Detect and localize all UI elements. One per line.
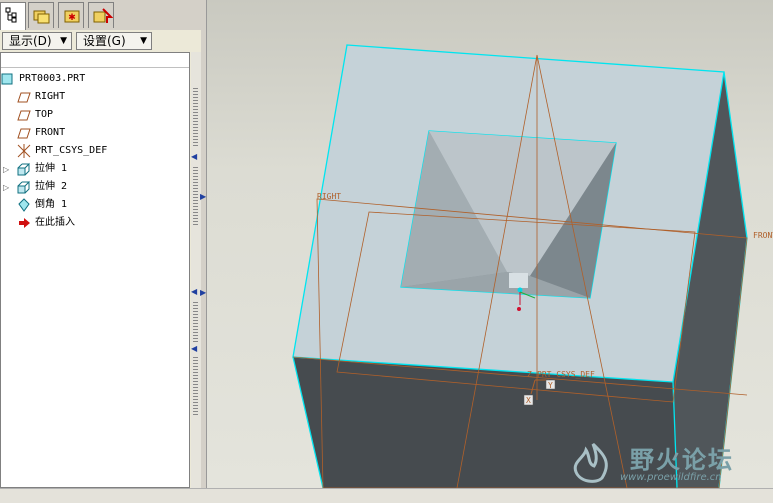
svg-text:✱: ✱ <box>68 13 76 23</box>
tree-node-label: 倒角 1 <box>35 199 68 210</box>
coordinate-system-icon <box>17 144 31 158</box>
arrow-left-icon[interactable]: ◀ <box>191 287 197 296</box>
axis-label-y[interactable]: Y <box>548 381 553 390</box>
datum-plane-icon <box>17 92 31 103</box>
tree-node-label: PRT0003.PRT <box>19 73 86 84</box>
model-tree-icon <box>5 7 17 23</box>
chamfer-icon <box>18 198 30 212</box>
tree-node-label: 在此插入 <box>35 217 75 228</box>
chevron-down-icon: ▼ <box>140 36 147 46</box>
datum-plane-icon <box>17 128 31 139</box>
tree-node-label: FRONT <box>35 127 66 138</box>
arrow-left-icon[interactable]: ◀ <box>191 152 197 161</box>
arrow-left-icon[interactable]: ◀ <box>191 344 197 353</box>
display-menu-button[interactable]: 显示(D) ▼ <box>2 32 72 50</box>
arrow-right-icon[interactable]: ▶ <box>200 192 206 201</box>
extrude-icon <box>17 180 30 194</box>
watermark-title: 野火论坛 <box>630 446 734 474</box>
model-3d-view[interactable]: RIGHT FRONT Z PRT_CSYS_DEF Y X <box>207 0 773 488</box>
status-bar <box>0 488 773 503</box>
tree-toolbar: 显示(D) ▼ 设置(G) ▼ <box>0 30 206 52</box>
flame-logo-icon <box>573 442 608 483</box>
scroll-grip[interactable] <box>193 302 198 342</box>
expand-arrow-icon[interactable]: ▷ <box>3 183 9 192</box>
navigator-tabs: ✱ <box>0 0 206 30</box>
datum-label-right[interactable]: RIGHT <box>317 192 341 201</box>
tree-node-label: PRT_CSYS_DEF <box>35 145 108 156</box>
part-icon <box>1 73 13 85</box>
pocket-floor <box>509 273 528 288</box>
tab-folder-browser[interactable] <box>28 2 54 28</box>
connections-icon <box>93 8 113 23</box>
scroll-grip[interactable] <box>193 88 198 148</box>
tree-node-label: RIGHT <box>35 91 66 102</box>
extrude-icon <box>17 162 30 176</box>
settings-menu-button[interactable]: 设置(G) ▼ <box>76 32 152 50</box>
watermark-url: www.proewildfire.cn <box>620 472 722 483</box>
datum-plane-icon <box>17 110 31 121</box>
tree-node-label: 拉伸 2 <box>35 181 68 192</box>
display-menu-label: 显示(D) <box>9 34 52 48</box>
tree-node-label: 拉伸 1 <box>35 163 68 174</box>
csys-origin-marker <box>517 287 523 293</box>
expand-arrow-icon[interactable]: ▷ <box>3 165 9 174</box>
arrow-right-icon[interactable]: ▶ <box>200 288 206 297</box>
model-tree-panel: ✱ 显示(D) ▼ 设置(G) ▼ PRT0003.PRT RIGHT TOP … <box>0 0 207 502</box>
folders-icon <box>33 10 50 24</box>
watermark: 野火论坛 www.proewildfire.cn <box>560 434 773 488</box>
tree-node-label: TOP <box>35 109 54 120</box>
graphics-viewport[interactable]: RIGHT FRONT Z PRT_CSYS_DEF Y X <box>207 0 773 488</box>
tree-scrollbar[interactable]: ◀ ◀ ◀ <box>191 52 201 488</box>
axis-label-x[interactable]: X <box>526 396 531 405</box>
tab-model-tree[interactable] <box>0 2 26 30</box>
datum-label-csys[interactable]: PRT_CSYS_DEF <box>537 370 595 379</box>
favorites-folder-icon: ✱ <box>64 10 80 23</box>
datum-label-z[interactable]: Z <box>527 370 532 379</box>
scroll-grip[interactable] <box>193 357 198 417</box>
tree-header <box>1 53 189 68</box>
scroll-grip[interactable] <box>193 167 198 227</box>
csys-axis-end <box>517 307 521 311</box>
tab-connections[interactable] <box>88 2 114 28</box>
chevron-down-icon: ▼ <box>60 36 67 46</box>
model-tree: PRT0003.PRT RIGHT TOP FRONT PRT_CSYS_DEF… <box>0 52 190 488</box>
insert-here-arrow-icon <box>19 218 30 228</box>
tab-favorites[interactable]: ✱ <box>58 2 84 28</box>
datum-label-front[interactable]: FRONT <box>753 231 773 240</box>
settings-menu-label: 设置(G) <box>83 34 126 48</box>
